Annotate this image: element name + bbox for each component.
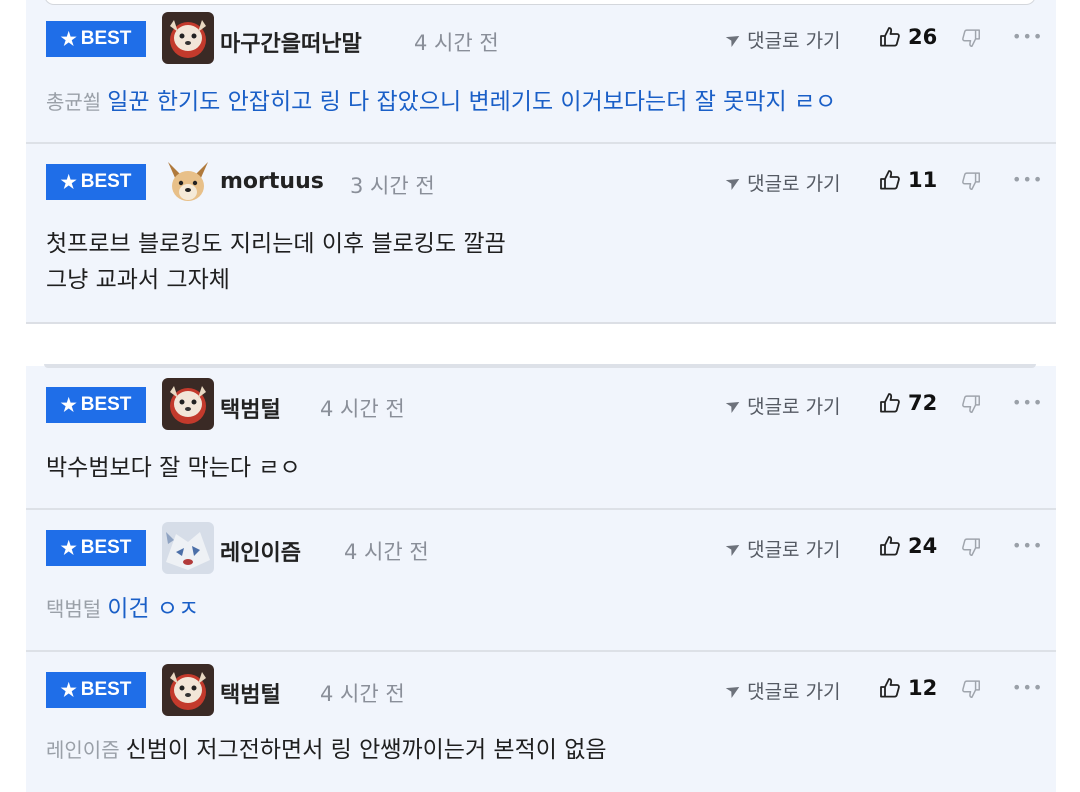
like-button[interactable]: 72 (878, 391, 937, 415)
best-badge: ★ BEST (46, 387, 146, 423)
best-badge: ★ BEST (46, 21, 146, 57)
username[interactable]: 택범털 (220, 392, 281, 424)
best-badge-label: BEST (80, 171, 132, 192)
send-arrow-icon: ➤ (721, 535, 746, 562)
timestamp: 3 시간 전 (350, 174, 435, 198)
thumbs-down-icon (962, 538, 980, 556)
comment-item: ★ BEST 택범털 4 시간 전 ➤ 댓글로 가기 12 ••• 레인이즘 신… (26, 652, 1056, 792)
dislike-button[interactable] (960, 536, 982, 562)
mention[interactable]: 레인이즘 (46, 738, 120, 762)
like-button[interactable]: 11 (878, 168, 937, 192)
dislike-button[interactable] (960, 393, 982, 419)
comment-body-line: 그냥 교과서 그자체 (46, 267, 230, 293)
thumbs-down-icon (962, 395, 980, 413)
thumbs-up-icon (880, 678, 900, 698)
comment-text: 총균쐴 일꾼 한기도 안잡히고 링 다 잡았으니 변레기도 이거보다는더 잘 못막… (46, 84, 1036, 120)
thumbs-up-icon (880, 27, 900, 47)
comment-text: 첫프로브 블로킹도 지리는데 이후 블로킹도 깔끔 그냥 교과서 그자체 (46, 226, 1036, 298)
like-button[interactable]: 12 (878, 676, 937, 700)
reply-link[interactable]: ➤ 댓글로 가기 (722, 26, 841, 53)
like-count: 72 (908, 391, 938, 415)
send-arrow-icon: ➤ (721, 677, 746, 704)
comment-item: ★ BEST mortuus 3 시간 전 ➤ 댓글로 가기 11 ••• 첫프… (26, 144, 1056, 320)
send-arrow-icon: ➤ (721, 392, 746, 419)
comment-group-1: ★ BEST 마구간을떠난말 4 시간 전 ➤ 댓글로 가기 26 ••• 총균… (26, 0, 1056, 324)
timestamp: 4 시간 전 (320, 682, 405, 706)
timestamp: 4 시간 전 (414, 31, 499, 55)
thumbs-down-icon (962, 29, 980, 47)
username[interactable]: mortuus (220, 169, 324, 194)
best-badge: ★ BEST (46, 672, 146, 708)
more-options-icon[interactable]: ••• (1012, 170, 1043, 189)
best-badge-label: BEST (80, 28, 132, 49)
like-count: 11 (908, 168, 938, 192)
username[interactable]: 레인이즘 (220, 535, 301, 567)
timestamp: 4 시간 전 (320, 397, 405, 421)
dislike-button[interactable] (960, 678, 982, 704)
more-options-icon[interactable]: ••• (1012, 678, 1043, 697)
best-badge-label: BEST (80, 679, 132, 700)
thumbs-up-icon (880, 393, 900, 413)
comment-item: ★ BEST 택범털 4 시간 전 ➤ 댓글로 가기 72 ••• 박수범보다 … (26, 366, 1056, 510)
best-badge-label: BEST (80, 394, 132, 415)
reply-link-label: 댓글로 가기 (747, 396, 841, 418)
reply-link[interactable]: ➤ 댓글로 가기 (722, 169, 841, 196)
reply-link-label: 댓글로 가기 (747, 539, 841, 561)
comment-text: 택범털 이건 ㅇㅈ (46, 591, 1036, 627)
comment-item: ★ BEST 마구간을떠난말 4 시간 전 ➤ 댓글로 가기 26 ••• 총균… (26, 0, 1056, 144)
send-arrow-icon: ➤ (721, 169, 746, 196)
dislike-button[interactable] (960, 27, 982, 53)
more-options-icon[interactable]: ••• (1012, 536, 1043, 555)
reply-link[interactable]: ➤ 댓글로 가기 (722, 677, 841, 704)
mention[interactable]: 택범털 (46, 597, 101, 621)
comment-text: 레인이즘 신범이 저그전하면서 링 안쌩까이는거 본적이 없음 (46, 732, 1036, 768)
avatar[interactable] (162, 12, 214, 64)
username[interactable]: 마구간을떠난말 (220, 26, 362, 58)
comment-body: 이건 ㅇㅈ (107, 596, 200, 622)
like-count: 26 (908, 25, 938, 49)
like-count: 12 (908, 676, 938, 700)
reply-link-label: 댓글로 가기 (747, 681, 841, 703)
timestamp: 4 시간 전 (344, 540, 429, 564)
reply-link[interactable]: ➤ 댓글로 가기 (722, 535, 841, 562)
like-count: 24 (908, 534, 938, 558)
thumbs-up-icon (880, 170, 900, 190)
thumbs-down-icon (962, 680, 980, 698)
dislike-button[interactable] (960, 170, 982, 196)
reply-link[interactable]: ➤ 댓글로 가기 (722, 392, 841, 419)
star-icon: ★ (60, 538, 77, 558)
comment-text: 박수범보다 잘 막는다 ㄹㅇ (46, 450, 1036, 486)
comment-group-2: ★ BEST 택범털 4 시간 전 ➤ 댓글로 가기 72 ••• 박수범보다 … (26, 364, 1056, 792)
star-icon: ★ (60, 680, 77, 700)
more-options-icon[interactable]: ••• (1012, 393, 1043, 412)
like-button[interactable]: 26 (878, 25, 937, 49)
avatar[interactable] (162, 378, 214, 430)
username[interactable]: 택범털 (220, 677, 281, 709)
thumbs-down-icon (962, 172, 980, 190)
star-icon: ★ (60, 395, 77, 415)
best-badge: ★ BEST (46, 530, 146, 566)
avatar[interactable] (162, 664, 214, 716)
comment-body: 일꾼 한기도 안잡히고 링 다 잡았으니 변레기도 이거보다는더 잘 못막지 ㄹ… (107, 89, 837, 115)
avatar[interactable] (162, 522, 214, 574)
avatar[interactable] (162, 156, 214, 208)
send-arrow-icon: ➤ (721, 26, 746, 53)
star-icon: ★ (60, 172, 77, 192)
thumbs-up-icon (880, 536, 900, 556)
comment-body: 박수범보다 잘 막는다 ㄹㅇ (46, 455, 301, 481)
comment-item: ★ BEST 레인이즘 4 시간 전 ➤ 댓글로 가기 24 ••• 택범털 이… (26, 510, 1056, 652)
comment-body-line: 첫프로브 블로킹도 지리는데 이후 블로킹도 깔끔 (46, 231, 506, 257)
best-badge: ★ BEST (46, 164, 146, 200)
mention[interactable]: 총균쐴 (46, 90, 101, 114)
like-button[interactable]: 24 (878, 534, 937, 558)
star-icon: ★ (60, 29, 77, 49)
best-badge-label: BEST (80, 537, 132, 558)
comment-body: 신범이 저그전하면서 링 안쌩까이는거 본적이 없음 (125, 737, 607, 763)
reply-link-label: 댓글로 가기 (747, 30, 841, 52)
more-options-icon[interactable]: ••• (1012, 27, 1043, 46)
reply-link-label: 댓글로 가기 (747, 173, 841, 195)
